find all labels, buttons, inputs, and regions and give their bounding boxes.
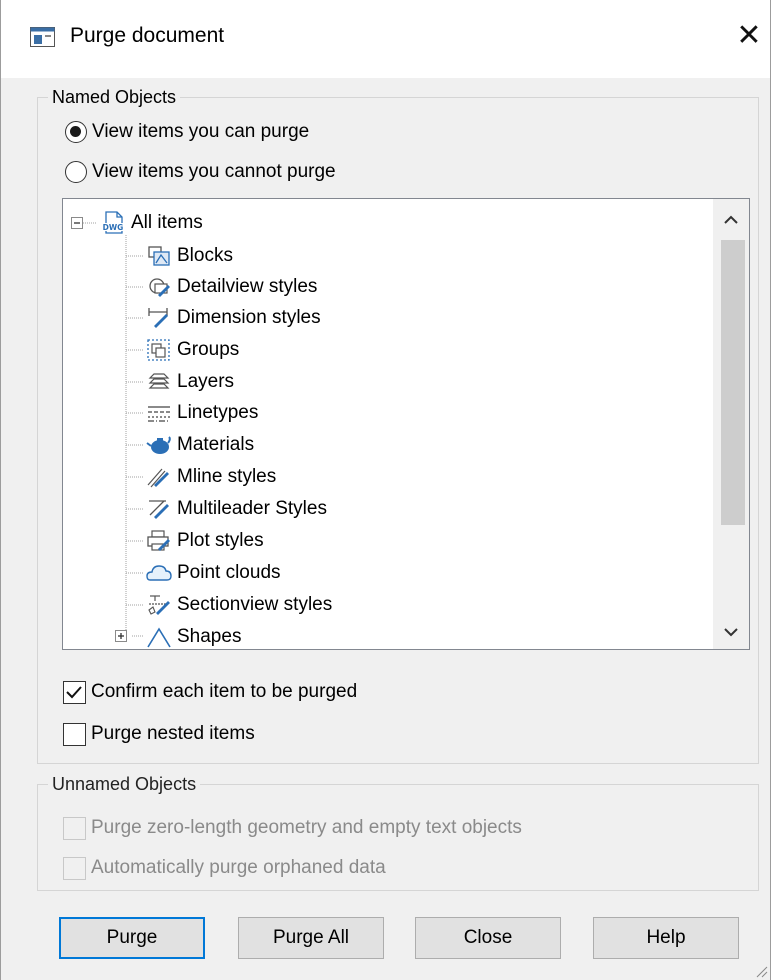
- svg-text:DWG: DWG: [103, 223, 124, 232]
- confirm-each-item-label: Confirm each item to be purged: [91, 681, 358, 702]
- tree-item-point-clouds[interactable]: Point clouds: [146, 559, 281, 587]
- tree-item-plot-styles[interactable]: Plot styles: [146, 527, 264, 555]
- checkbox-box[interactable]: [63, 722, 86, 746]
- resize-grip-icon[interactable]: [754, 964, 768, 978]
- purge-dialog: Purge document ✕ Named Objects View item…: [0, 0, 771, 980]
- purge-orphaned-data-checkbox[interactable]: Automatically purge orphaned data: [63, 854, 386, 882]
- tree-item-groups[interactable]: Groups: [146, 336, 239, 364]
- purge-zero-length-checkbox[interactable]: Purge zero-length geometry and empty tex…: [63, 814, 522, 842]
- help-button[interactable]: Help: [593, 917, 739, 959]
- layers-icon: [148, 373, 170, 389]
- dialog-window-icon: [30, 27, 55, 47]
- chevron-down-icon: [724, 628, 738, 637]
- materials-icon: [146, 436, 171, 454]
- dimension-styles-icon: [148, 308, 168, 328]
- purge-nested-items-label: Purge nested items: [91, 723, 255, 744]
- checkmark-icon: [66, 685, 82, 698]
- tree-item-layers[interactable]: Layers: [146, 368, 234, 396]
- tree-label: Shapes: [177, 626, 242, 647]
- tree-item-dimension-styles[interactable]: Dimension styles: [146, 304, 321, 332]
- tree-label: Linetypes: [177, 402, 259, 423]
- tree-label: Materials: [177, 434, 255, 455]
- tree-label: Plot styles: [177, 530, 264, 551]
- radio-view-cannot-purge-label: View items you cannot purge: [92, 161, 336, 182]
- purge-button[interactable]: Purge: [59, 917, 205, 959]
- close-icon: ✕: [736, 19, 762, 52]
- tree-label: Dimension styles: [177, 307, 321, 328]
- mline-styles-icon: [147, 468, 169, 488]
- scroll-thumb[interactable]: [721, 240, 745, 525]
- blocks-icon: [148, 246, 170, 266]
- confirm-each-item-checkbox[interactable]: Confirm each item to be purged: [63, 678, 357, 706]
- title-bar[interactable]: Purge document ✕: [1, 0, 770, 78]
- radio-view-can-purge[interactable]: View items you can purge: [65, 118, 309, 146]
- tree-label: Detailview styles: [177, 276, 318, 297]
- checkbox-box[interactable]: [63, 816, 86, 840]
- scroll-down-button[interactable]: [713, 613, 749, 649]
- purge-nested-items-checkbox[interactable]: Purge nested items: [63, 720, 255, 748]
- chevron-up-icon: [724, 215, 738, 224]
- tree-label: Blocks: [177, 245, 233, 266]
- tree-item-multileader-styles[interactable]: Multileader Styles: [146, 495, 327, 523]
- plot-styles-icon: [147, 530, 170, 551]
- tree-item-sectionview-styles[interactable]: Sectionview styles: [146, 591, 332, 619]
- tree-label: Point clouds: [177, 562, 281, 583]
- tree-item-materials[interactable]: Materials: [146, 431, 254, 459]
- close-button[interactable]: Close: [415, 917, 561, 959]
- tree-root-all-items[interactable]: DWG All items: [100, 209, 203, 237]
- tree-label: Sectionview styles: [177, 594, 333, 615]
- close-window-button[interactable]: ✕: [729, 16, 769, 56]
- scroll-up-button[interactable]: [713, 201, 749, 237]
- dwg-file-icon: DWG: [101, 211, 125, 234]
- tree-label: Layers: [177, 371, 235, 392]
- radio-view-cannot-purge[interactable]: View items you cannot purge: [65, 158, 336, 186]
- tree-label: All items: [131, 212, 203, 233]
- named-objects-legend: Named Objects: [48, 86, 181, 108]
- linetypes-icon: [148, 406, 170, 422]
- unnamed-objects-legend: Unnamed Objects: [48, 773, 201, 795]
- multileader-styles-icon: [149, 500, 169, 519]
- checkbox-box[interactable]: [63, 856, 86, 880]
- tree-label: Multileader Styles: [177, 498, 327, 519]
- radio-unselected-indicator[interactable]: [65, 161, 87, 183]
- point-clouds-icon: [146, 565, 172, 581]
- purge-zero-length-label: Purge zero-length geometry and empty tex…: [91, 817, 522, 838]
- checkbox-box[interactable]: [63, 680, 86, 704]
- purge-orphaned-data-label: Automatically purge orphaned data: [91, 857, 386, 878]
- tree-item-detailview-styles[interactable]: Detailview styles: [146, 273, 317, 301]
- shapes-icon: [147, 627, 171, 648]
- tree-scrollbar[interactable]: [713, 199, 749, 649]
- tree-label: Mline styles: [177, 466, 277, 487]
- sectionview-styles-icon: [148, 595, 170, 615]
- radio-selected-indicator[interactable]: [65, 121, 87, 143]
- tree-item-blocks[interactable]: Blocks: [146, 242, 233, 270]
- groups-icon: [147, 339, 170, 361]
- purge-all-button[interactable]: Purge All: [238, 917, 384, 959]
- dialog-title: Purge document: [70, 24, 225, 47]
- purge-items-tree[interactable]: DWG All items Blocks Detailview styles D…: [62, 198, 750, 650]
- tree-label: Groups: [177, 339, 240, 360]
- tree-item-mline-styles[interactable]: Mline styles: [146, 463, 276, 491]
- detailview-styles-icon: [149, 278, 170, 297]
- tree-item-linetypes[interactable]: Linetypes: [146, 399, 258, 427]
- radio-view-can-purge-label: View items you can purge: [92, 121, 310, 142]
- tree-item-shapes[interactable]: Shapes: [146, 623, 242, 649]
